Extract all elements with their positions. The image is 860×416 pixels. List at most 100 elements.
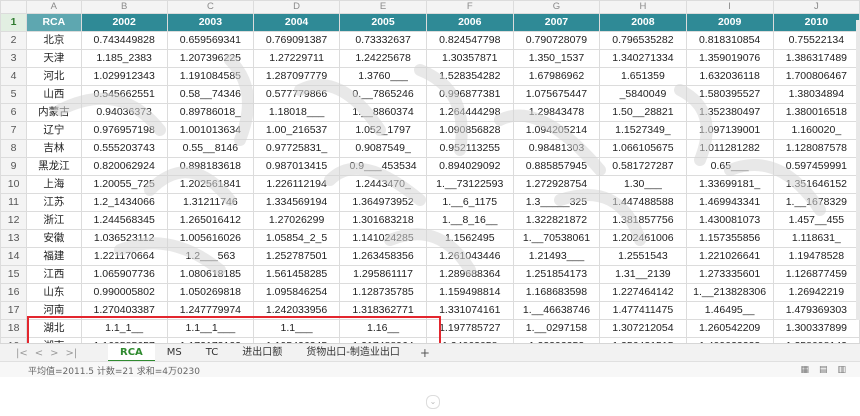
value-cell[interactable]: 1.185_2383 xyxy=(80,49,168,68)
value-cell[interactable]: 1.197785727 xyxy=(425,319,514,338)
column-letter[interactable]: E xyxy=(339,0,427,14)
value-cell[interactable]: 1.036523112 xyxy=(80,229,168,248)
value-cell[interactable]: 1.2_1434066 xyxy=(80,193,168,212)
year-header-cell[interactable]: 2007 xyxy=(512,13,601,32)
tab-ms[interactable]: MS xyxy=(155,344,194,362)
column-letter[interactable]: I xyxy=(685,0,774,14)
province-cell[interactable]: 湖北 xyxy=(26,319,82,338)
value-cell[interactable]: 1.265016412 xyxy=(166,211,254,230)
value-cell[interactable]: 1.50__28821 xyxy=(599,103,687,122)
column-letter[interactable]: D xyxy=(252,0,341,14)
row-number[interactable]: 12 xyxy=(0,211,28,230)
value-cell[interactable]: 1.447488588 xyxy=(599,193,687,212)
row-number[interactable]: 16 xyxy=(0,283,28,302)
value-cell[interactable]: 1.27229711 xyxy=(252,49,341,68)
value-cell[interactable]: 1.46495__ xyxy=(685,301,774,320)
value-cell[interactable]: 1.191084585 xyxy=(166,67,254,86)
row-number[interactable]: 17 xyxy=(0,301,28,320)
value-cell[interactable]: 1.097139001 xyxy=(685,121,774,140)
value-cell[interactable]: 1.38034894 xyxy=(772,85,860,104)
row-number[interactable]: 15 xyxy=(0,265,28,284)
province-cell[interactable]: 河南 xyxy=(26,301,82,320)
province-cell[interactable]: 黑龙江 xyxy=(26,157,82,176)
value-cell[interactable]: 1.141024285 xyxy=(339,229,427,248)
province-cell[interactable]: 辽宁 xyxy=(26,121,82,140)
value-cell[interactable]: 0.743449828 xyxy=(80,31,168,50)
value-cell[interactable]: 1.260542209 xyxy=(685,319,774,338)
value-cell[interactable]: 0.94036373 xyxy=(80,103,168,122)
value-cell[interactable]: 0.987013415 xyxy=(252,157,341,176)
value-cell[interactable]: 1.221170664 xyxy=(80,247,168,266)
value-cell[interactable]: 1.580395527 xyxy=(685,85,774,104)
value-cell[interactable]: 1.287097779 xyxy=(252,67,341,86)
year-header-cell[interactable]: 2003 xyxy=(166,13,254,32)
value-cell[interactable]: 1.1__1___ xyxy=(166,319,254,338)
value-cell[interactable]: 1.300337899 xyxy=(772,319,860,338)
value-cell[interactable]: 1.__8_16__ xyxy=(425,211,514,230)
value-cell[interactable]: 1.30___ xyxy=(599,175,687,194)
value-cell[interactable]: 1.3_____325 xyxy=(512,193,601,212)
column-letter[interactable]: B xyxy=(80,0,168,14)
value-cell[interactable]: 0.545662551 xyxy=(80,85,168,104)
column-letter[interactable]: A xyxy=(26,0,82,14)
value-cell[interactable]: 1.3760___ xyxy=(339,67,427,86)
row-number[interactable]: 6 xyxy=(0,103,28,122)
value-cell[interactable]: 0.__7865246 xyxy=(339,85,427,104)
scroll-down-icon[interactable]: ⌄ xyxy=(426,395,440,409)
value-cell[interactable]: 0.790728079 xyxy=(512,31,601,50)
province-cell[interactable]: 天津 xyxy=(26,49,82,68)
row-number[interactable]: 9 xyxy=(0,157,28,176)
value-cell[interactable]: 1.263458356 xyxy=(339,247,427,266)
value-cell[interactable]: 1.090856828 xyxy=(425,121,514,140)
value-cell[interactable]: 1.1527349_ xyxy=(599,121,687,140)
value-cell[interactable]: 1.__0297158 xyxy=(512,319,601,338)
select-all-corner[interactable] xyxy=(0,0,28,14)
value-cell[interactable]: 1.065907736 xyxy=(80,265,168,284)
value-cell[interactable]: 0.996877381 xyxy=(425,85,514,104)
value-cell[interactable]: 1.011281282 xyxy=(685,139,774,158)
value-cell[interactable]: 0.55__8146 xyxy=(166,139,254,158)
value-cell[interactable]: 0.894029092 xyxy=(425,157,514,176)
value-cell[interactable]: 1.1_1__ xyxy=(80,319,168,338)
value-cell[interactable]: 1.244568345 xyxy=(80,211,168,230)
value-cell[interactable]: 1.386317489 xyxy=(772,49,860,68)
value-cell[interactable]: 1.31__2139 xyxy=(599,265,687,284)
value-cell[interactable]: 0.97725831_ xyxy=(252,139,341,158)
tab-goods-export-manufacturing[interactable]: 货物出口-制造业出口 xyxy=(294,344,412,362)
value-cell[interactable]: 0.89786018_ xyxy=(166,103,254,122)
value-cell[interactable]: 1.273335601 xyxy=(685,265,774,284)
value-cell[interactable]: 1.094205214 xyxy=(512,121,601,140)
value-cell[interactable]: 1.18018___ xyxy=(252,103,341,122)
value-cell[interactable]: 1.19478528 xyxy=(772,247,860,266)
value-cell[interactable]: 1.226112194 xyxy=(252,175,341,194)
value-cell[interactable]: _5840049 xyxy=(599,85,687,104)
value-cell[interactable]: 1.318362771 xyxy=(339,301,427,320)
value-cell[interactable]: 1.26942219 xyxy=(772,283,860,302)
value-cell[interactable]: 0.885857945 xyxy=(512,157,601,176)
value-cell[interactable]: 1.67986962 xyxy=(512,67,601,86)
value-cell[interactable]: 0.581727287 xyxy=(599,157,687,176)
tab-rca[interactable]: RCA xyxy=(108,344,155,362)
value-cell[interactable]: 1.221026641 xyxy=(685,247,774,266)
value-cell[interactable]: 1.364973952 xyxy=(339,193,427,212)
value-cell[interactable]: 1.261043446 xyxy=(425,247,514,266)
value-cell[interactable]: 1.31211746 xyxy=(166,193,254,212)
row-number[interactable]: 3 xyxy=(0,49,28,68)
value-cell[interactable]: 1.21493___ xyxy=(512,247,601,266)
value-cell[interactable]: 1.159498814 xyxy=(425,283,514,302)
value-cell[interactable]: 1.30357871 xyxy=(425,49,514,68)
year-header-cell[interactable]: 2008 xyxy=(599,13,687,32)
value-cell[interactable]: 1.651359 xyxy=(599,67,687,86)
value-cell[interactable]: 1.__46638746 xyxy=(512,301,601,320)
value-cell[interactable]: 0.990005802 xyxy=(80,283,168,302)
year-header-cell[interactable]: 2009 xyxy=(685,13,774,32)
value-cell[interactable]: 1.160020_ xyxy=(772,121,860,140)
value-cell[interactable]: 1.359019076 xyxy=(685,49,774,68)
column-letter[interactable]: F xyxy=(425,0,514,14)
value-cell[interactable]: 1.052_1797 xyxy=(339,121,427,140)
normal-view-icon[interactable]: ▦ xyxy=(800,365,809,375)
value-cell[interactable]: 0.659569341 xyxy=(166,31,254,50)
value-cell[interactable]: 1.080618185 xyxy=(166,265,254,284)
year-header-cell[interactable]: 2006 xyxy=(425,13,514,32)
value-cell[interactable]: 1.632036118 xyxy=(685,67,774,86)
